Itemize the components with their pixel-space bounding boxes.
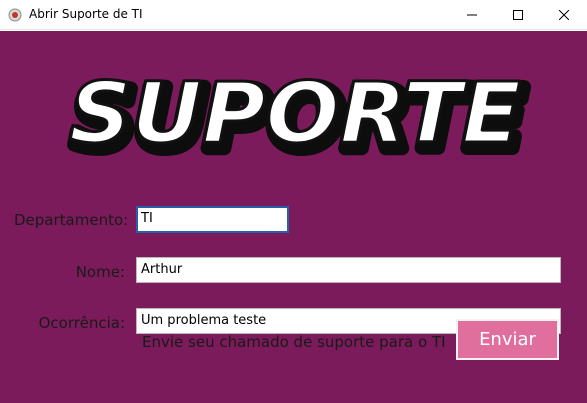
send-button-label: Enviar [479, 329, 536, 350]
departamento-label: Departamento: [14, 211, 129, 229]
footer-hint-text: Envie seu chamado de suporte para o TI [142, 333, 446, 351]
logo-text: SUPORTE [69, 64, 521, 162]
minimize-button[interactable] [449, 0, 495, 30]
ocorrencia-label: Ocorrência: [38, 314, 125, 332]
suporte-logo: SUPORTE SUPORTE [66, 63, 532, 173]
minimize-icon [467, 14, 477, 16]
departamento-input[interactable]: TI [136, 206, 289, 233]
close-button[interactable] [541, 0, 587, 30]
app-icon [8, 8, 22, 22]
close-icon [559, 10, 569, 20]
maximize-button[interactable] [495, 0, 541, 30]
nome-label: Nome: [75, 263, 125, 281]
nome-input[interactable]: Arthur [136, 257, 561, 283]
window-title: Abrir Suporte de TI [29, 7, 143, 21]
send-button[interactable]: Enviar [456, 319, 559, 360]
title-bar[interactable]: Abrir Suporte de TI [0, 0, 587, 30]
maximize-icon [513, 10, 523, 20]
